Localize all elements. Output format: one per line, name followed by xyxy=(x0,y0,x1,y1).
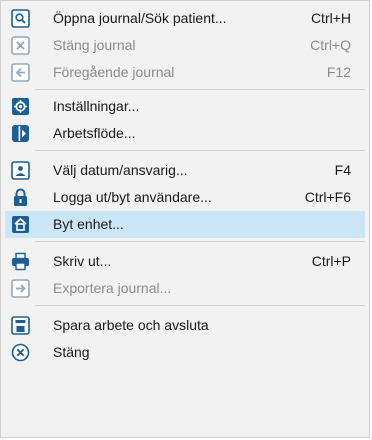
menu-item-label: Logga ut/byt användare... xyxy=(53,189,212,205)
menu-separator xyxy=(35,305,365,306)
lock-icon xyxy=(14,188,27,206)
menu-item-workflow[interactable]: Arbetsflöde... xyxy=(5,120,365,147)
menu-item-label: Exportera journal... xyxy=(53,280,172,296)
menu-item-label: Stäng journal xyxy=(53,37,136,53)
menu-item-shortcut: F4 xyxy=(334,162,351,178)
menu-separator xyxy=(35,241,365,242)
export-icon xyxy=(11,279,30,298)
menu-item-print[interactable]: Skriv ut... Ctrl+P xyxy=(5,248,365,275)
menu-item-open-journal[interactable]: Öppna journal/Sök patient... Ctrl+H xyxy=(5,5,365,32)
menu-separator xyxy=(35,89,365,90)
switch-unit-icon xyxy=(12,216,29,233)
menu-separator xyxy=(35,150,365,151)
printer-icon xyxy=(12,252,29,271)
menu-item-close-journal[interactable]: Stäng journal Ctrl+Q xyxy=(5,32,365,59)
workflow-icon xyxy=(12,125,29,142)
menu-item-shortcut: Ctrl+Q xyxy=(310,37,351,53)
previous-journal-icon xyxy=(11,63,30,82)
menu-item-label: Spara arbete och avsluta xyxy=(53,317,209,333)
menu-item-logout[interactable]: Logga ut/byt användare... Ctrl+F6 xyxy=(5,184,365,211)
menu-item-shortcut: F12 xyxy=(326,64,351,80)
context-menu: Öppna journal/Sök patient... Ctrl+H Stän… xyxy=(0,0,370,438)
menu-item-previous-journal[interactable]: Föregående journal F12 xyxy=(5,59,365,86)
menu-item-save-exit[interactable]: Spara arbete och avsluta xyxy=(5,312,365,339)
save-exit-icon xyxy=(11,316,30,335)
menu-item-label: Stäng xyxy=(53,344,90,360)
search-icon xyxy=(11,9,30,28)
menu-item-label: Öppna journal/Sök patient... xyxy=(53,10,227,26)
user-calendar-icon xyxy=(11,161,30,180)
menu-item-label: Skriv ut... xyxy=(53,253,112,269)
menu-item-label: Arbetsflöde... xyxy=(53,125,136,141)
menu-item-shortcut: Ctrl+P xyxy=(311,253,351,269)
gear-icon xyxy=(12,98,29,115)
close-icon xyxy=(11,343,30,362)
menu-item-export-journal[interactable]: Exportera journal... xyxy=(5,275,365,302)
menu-item-shortcut: Ctrl+F6 xyxy=(304,189,351,205)
menu-item-label: Byt enhet... xyxy=(53,216,124,232)
menu-item-label: Välj datum/ansvarig... xyxy=(53,162,188,178)
menu-item-switch-unit[interactable]: Byt enhet... xyxy=(5,211,365,238)
menu-item-choose-date[interactable]: Välj datum/ansvarig... F4 xyxy=(5,157,365,184)
menu-item-close[interactable]: Stäng xyxy=(5,339,365,366)
close-journal-icon xyxy=(11,36,30,55)
menu-item-label: Föregående journal xyxy=(53,64,175,80)
menu-item-label: Inställningar... xyxy=(53,98,140,114)
menu-item-settings[interactable]: Inställningar... xyxy=(5,93,365,120)
menu-item-shortcut: Ctrl+H xyxy=(310,10,351,26)
